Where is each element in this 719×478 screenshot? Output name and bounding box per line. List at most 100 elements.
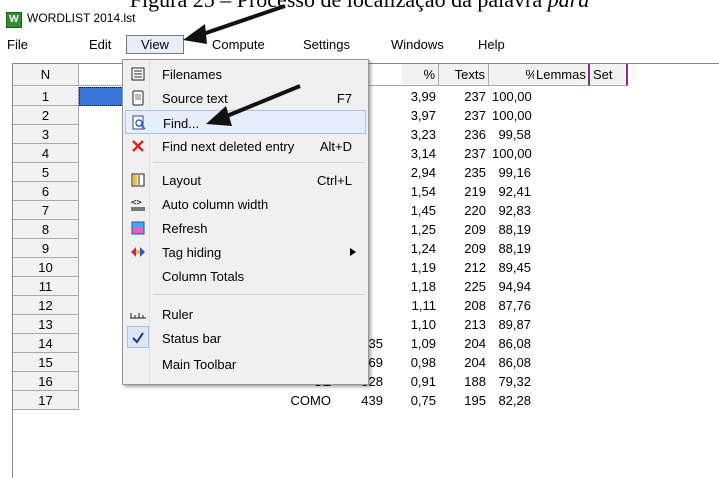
cell-n[interactable]: 7 bbox=[13, 201, 79, 220]
col-header-set[interactable]: Set bbox=[590, 64, 628, 86]
menu-file[interactable]: File bbox=[7, 37, 28, 52]
cell-n[interactable]: 15 bbox=[13, 353, 79, 372]
cell-texts[interactable]: 204 bbox=[439, 353, 489, 372]
cell-n[interactable]: 17 bbox=[13, 391, 79, 410]
cell-texts[interactable]: 195 bbox=[439, 391, 489, 410]
cell-texts[interactable]: 237 bbox=[439, 144, 489, 163]
menu-help[interactable]: Help bbox=[478, 37, 505, 52]
cell-texts[interactable]: 237 bbox=[439, 87, 489, 106]
menu-windows[interactable]: Windows bbox=[391, 37, 444, 52]
cell-texts[interactable]: 213 bbox=[439, 315, 489, 334]
menu-item-ruler[interactable]: Ruler bbox=[125, 302, 366, 326]
menu-separator bbox=[153, 162, 365, 163]
menu-settings[interactable]: Settings bbox=[303, 37, 350, 52]
cell-pct[interactable]: 3,14 bbox=[386, 144, 439, 163]
cell-pct2[interactable]: 82,28 bbox=[489, 391, 534, 410]
cell-pct[interactable]: 3,23 bbox=[386, 125, 439, 144]
filenames-icon bbox=[131, 67, 145, 81]
menu-item-column-totals[interactable]: Column Totals bbox=[125, 264, 366, 288]
menu-item-main-toolbar[interactable]: Main Toolbar bbox=[125, 352, 366, 376]
cell-n[interactable]: 12 bbox=[13, 296, 79, 315]
cell-texts[interactable]: 208 bbox=[439, 296, 489, 315]
cell-pct2[interactable]: 94,94 bbox=[489, 277, 534, 296]
cell-pct2[interactable]: 79,32 bbox=[489, 372, 534, 391]
cell-texts[interactable]: 237 bbox=[439, 106, 489, 125]
cell-pct[interactable]: 1,25 bbox=[386, 220, 439, 239]
cell-n[interactable]: 14 bbox=[13, 334, 79, 353]
cell-n[interactable]: 9 bbox=[13, 239, 79, 258]
cell-pct2[interactable]: 86,08 bbox=[489, 334, 534, 353]
cell-pct[interactable]: 1,54 bbox=[386, 182, 439, 201]
cell-texts[interactable]: 236 bbox=[439, 125, 489, 144]
cell-n[interactable]: 11 bbox=[13, 277, 79, 296]
cell-pct[interactable]: 1,18 bbox=[386, 277, 439, 296]
cell-pct[interactable]: 1,24 bbox=[386, 239, 439, 258]
cell-texts[interactable]: 209 bbox=[439, 239, 489, 258]
cell-texts[interactable]: 209 bbox=[439, 220, 489, 239]
cell-pct[interactable]: 3,99 bbox=[386, 87, 439, 106]
tag-hiding-icon bbox=[131, 247, 145, 257]
cell-pct2[interactable]: 92,41 bbox=[489, 182, 534, 201]
col-header-n[interactable]: N bbox=[13, 64, 79, 86]
cell-n[interactable]: 5 bbox=[13, 163, 79, 182]
cell-pct2[interactable]: 89,87 bbox=[489, 315, 534, 334]
cell-texts[interactable]: 212 bbox=[439, 258, 489, 277]
cell-pct[interactable]: 0,98 bbox=[386, 353, 439, 372]
checkmark-icon bbox=[132, 332, 144, 344]
cell-texts[interactable]: 204 bbox=[439, 334, 489, 353]
menu-item-label: Tag hiding bbox=[162, 245, 222, 260]
cell-texts[interactable]: 225 bbox=[439, 277, 489, 296]
cell-pct2[interactable]: 99,58 bbox=[489, 125, 534, 144]
menu-item-refresh[interactable]: Refresh bbox=[125, 216, 366, 240]
cell-pct[interactable]: 0,91 bbox=[386, 372, 439, 391]
cell-pct2[interactable]: 99,16 bbox=[489, 163, 534, 182]
cell-pct[interactable]: 1,11 bbox=[386, 296, 439, 315]
cell-pct[interactable]: 3,97 bbox=[386, 106, 439, 125]
cell-texts[interactable]: 219 bbox=[439, 182, 489, 201]
col-header-pct[interactable]: % bbox=[402, 64, 439, 86]
cell-n[interactable]: 6 bbox=[13, 182, 79, 201]
cell-pct2[interactable]: 100,00 bbox=[489, 144, 534, 163]
menu-edit[interactable]: Edit bbox=[89, 37, 111, 52]
cell-texts[interactable]: 188 bbox=[439, 372, 489, 391]
cell-n[interactable]: 10 bbox=[13, 258, 79, 277]
cell-n[interactable]: 1 bbox=[13, 87, 79, 106]
refresh-icon bbox=[131, 221, 145, 235]
submenu-arrow-icon bbox=[350, 248, 356, 256]
menu-bar: File Edit View Compute Settings Windows … bbox=[0, 33, 719, 59]
cell-n[interactable]: 13 bbox=[13, 315, 79, 334]
menu-item-tag-hiding[interactable]: Tag hiding bbox=[125, 240, 366, 264]
menu-item-auto-column-width[interactable]: <> Auto column width bbox=[125, 192, 366, 216]
cell-n[interactable]: 4 bbox=[13, 144, 79, 163]
table-row[interactable]: 17 COMO 439 0,75 195 82,28 bbox=[13, 391, 719, 410]
cell-pct[interactable]: 1,10 bbox=[386, 315, 439, 334]
cell-freq[interactable]: 439 bbox=[334, 391, 386, 410]
cell-pct2[interactable]: 92,83 bbox=[489, 201, 534, 220]
cell-n[interactable]: 3 bbox=[13, 125, 79, 144]
selected-cell[interactable] bbox=[79, 87, 123, 106]
cell-texts[interactable]: 235 bbox=[439, 163, 489, 182]
cell-pct[interactable]: 1,09 bbox=[386, 334, 439, 353]
cell-pct2[interactable]: 100,00 bbox=[489, 106, 534, 125]
cell-n[interactable]: 16 bbox=[13, 372, 79, 391]
menu-item-find-next-deleted[interactable]: Find next deleted entry Alt+D bbox=[125, 134, 366, 158]
col-header-texts[interactable]: Texts bbox=[439, 64, 489, 86]
cell-word[interactable]: COMO bbox=[79, 391, 334, 410]
cell-texts[interactable]: 220 bbox=[439, 201, 489, 220]
menu-item-status-bar[interactable]: Status bar bbox=[125, 326, 366, 350]
cell-pct[interactable]: 0,75 bbox=[386, 391, 439, 410]
cell-pct2[interactable]: 89,45 bbox=[489, 258, 534, 277]
menu-item-label: Auto column width bbox=[162, 197, 269, 212]
cell-pct[interactable]: 2,94 bbox=[386, 163, 439, 182]
menu-item-layout[interactable]: Layout Ctrl+L bbox=[125, 168, 366, 192]
col-header-lemmas[interactable]: Lemmas bbox=[534, 64, 590, 86]
cell-n[interactable]: 8 bbox=[13, 220, 79, 239]
cell-pct2[interactable]: 88,19 bbox=[489, 220, 534, 239]
cell-pct[interactable]: 1,19 bbox=[386, 258, 439, 277]
cell-n[interactable]: 2 bbox=[13, 106, 79, 125]
cell-pct[interactable]: 1,45 bbox=[386, 201, 439, 220]
cell-pct2[interactable]: 100,00 bbox=[489, 87, 534, 106]
cell-pct2[interactable]: 86,08 bbox=[489, 353, 534, 372]
cell-pct2[interactable]: 87,76 bbox=[489, 296, 534, 315]
cell-pct2[interactable]: 88,19 bbox=[489, 239, 534, 258]
